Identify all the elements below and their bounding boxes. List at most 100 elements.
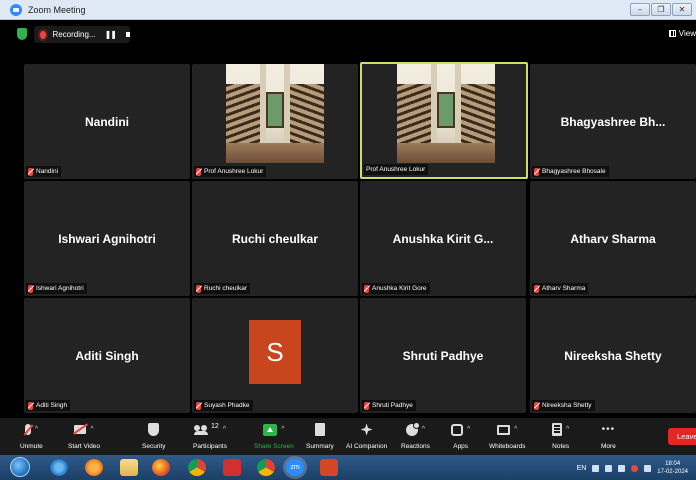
muted-mic-icon <box>364 284 369 293</box>
participant-tile[interactable]: Nandini Nandini <box>24 64 190 179</box>
participant-tile[interactable]: Atharv Sharma Atharv Sharma <box>530 181 696 296</box>
reactions-button[interactable]: ^ Reactions <box>401 421 430 450</box>
chevron-up-icon[interactable]: ^ <box>514 426 517 433</box>
chevron-up-icon[interactable]: ^ <box>223 426 226 433</box>
whiteboards-button[interactable]: ^ Whiteboards <box>489 421 526 450</box>
share-screen-button[interactable]: ^ Share Screen <box>254 421 294 450</box>
participant-tile[interactable]: Ruchi cheulkar Ruchi cheulkar <box>192 181 358 296</box>
participant-display-name: Anushka Kirit G... <box>392 231 494 246</box>
participant-name: Aditi Singh <box>36 402 68 409</box>
whiteboards-label: Whiteboards <box>489 443 526 450</box>
pause-recording-icon[interactable]: ❚❚ <box>105 30 117 39</box>
participant-tile[interactable]: Ishwari Agnihotri Ishwari Agnihotri <box>24 181 190 296</box>
powerpoint-icon[interactable] <box>320 459 338 476</box>
participant-name: Prof Anushree Lokur <box>366 166 426 173</box>
antivirus-icon[interactable] <box>631 464 639 472</box>
maximize-button[interactable]: ❐ <box>651 3 671 16</box>
zoom-taskbar-icon[interactable]: zm <box>286 459 304 476</box>
participant-name-tag: Anushka Kirit Gore <box>362 283 430 294</box>
chevron-up-icon[interactable]: ^ <box>422 426 425 433</box>
recording-indicator: Recording... ❚❚ <box>34 26 130 43</box>
participant-tile[interactable]: Nireeksha Shetty Nireeksha Shetty <box>530 298 696 413</box>
participant-tile[interactable]: Anushka Kirit G... Anushka Kirit Gore <box>360 181 526 296</box>
pdf-reader-icon[interactable] <box>223 459 241 476</box>
minimize-button[interactable]: – <box>630 3 650 16</box>
active-speaker-tile[interactable]: Prof Anushree Lokur <box>360 62 528 179</box>
internet-explorer-icon[interactable] <box>50 459 68 476</box>
security-button[interactable]: Security <box>142 421 165 450</box>
system-tray: EN 18:04 17-02-2024 <box>577 460 688 476</box>
participant-tile[interactable]: Aditi Singh Aditi Singh <box>24 298 190 413</box>
volume-icon[interactable] <box>644 464 652 472</box>
record-dot-icon <box>40 30 47 39</box>
participant-display-name: Nandini <box>85 114 129 129</box>
flag-icon[interactable] <box>618 464 626 472</box>
security-shield-icon <box>148 423 160 436</box>
leave-button[interactable]: Leave <box>668 428 696 445</box>
meeting-status-bar: Recording... ❚❚ View <box>0 20 696 50</box>
view-button[interactable]: View <box>668 29 696 38</box>
muted-mic-icon <box>196 401 201 410</box>
windows-taskbar: zm EN 18:04 17-02-2024 <box>0 455 696 480</box>
clock[interactable]: 18:04 17-02-2024 <box>657 460 688 476</box>
participant-name-tag: Atharv Sharma <box>532 283 589 294</box>
chevron-up-icon[interactable]: ^ <box>35 426 38 433</box>
participant-display-name: Ishwari Agnihotri <box>58 231 156 246</box>
chevron-up-icon[interactable]: ^ <box>90 426 93 433</box>
unmute-button[interactable]: ^ Unmute <box>20 421 43 450</box>
participant-name: Atharv Sharma <box>542 285 586 292</box>
window-controls: – ❐ ✕ <box>630 3 692 16</box>
file-explorer-icon[interactable] <box>120 459 138 476</box>
close-button[interactable]: ✕ <box>672 3 692 16</box>
muted-mic-icon <box>28 167 33 176</box>
participant-tile[interactable]: Bhagyashree Bh... Bhagyashree Bhosale <box>530 64 696 179</box>
meeting-toolbar: ^ Unmute ^ Start Video Security 12 ^ Part… <box>0 418 696 455</box>
muted-mic-icon <box>534 167 539 176</box>
participant-name: Anushka Kirit Gore <box>372 285 427 292</box>
chrome-icon[interactable] <box>188 459 206 476</box>
summary-button[interactable]: Summary <box>306 421 334 450</box>
ai-sparkle-icon <box>360 423 373 436</box>
firefox-icon[interactable] <box>152 459 170 476</box>
muted-mic-icon <box>196 167 201 176</box>
encryption-shield-icon[interactable] <box>17 28 27 40</box>
chrome-profile-icon[interactable] <box>257 459 275 476</box>
muted-mic-icon <box>534 401 539 410</box>
participants-label: Participants <box>193 443 227 450</box>
participant-tile[interactable]: S Suyash Phadke <box>192 298 358 413</box>
muted-mic-icon <box>28 284 33 293</box>
chevron-up-icon[interactable]: ^ <box>281 426 284 433</box>
media-player-icon[interactable] <box>85 459 103 476</box>
ai-companion-button[interactable]: AI Companion <box>346 421 387 450</box>
chevron-up-icon[interactable]: ^ <box>566 426 569 433</box>
participant-name-tag: Nireeksha Shetty <box>532 400 595 411</box>
participant-name-tag: Shruti Padhye <box>362 400 416 411</box>
unmute-label: Unmute <box>20 443 43 450</box>
participants-icon <box>193 424 209 435</box>
participant-display-name: Nireeksha Shetty <box>564 348 662 363</box>
participant-name: Nandini <box>36 168 59 175</box>
participant-tile[interactable]: Shruti Padhye Shruti Padhye <box>360 298 526 413</box>
more-button[interactable]: ••• More <box>601 421 616 450</box>
stop-recording-icon[interactable] <box>125 32 130 37</box>
participant-name: Bhagyashree Bhosale <box>542 168 606 175</box>
apps-icon <box>451 423 463 436</box>
participant-display-name: Aditi Singh <box>75 348 139 363</box>
language-indicator[interactable]: EN <box>577 465 587 472</box>
start-button-icon[interactable] <box>10 457 30 477</box>
participant-display-name: Ruchi cheulkar <box>231 231 319 246</box>
apps-button[interactable]: ^ Apps <box>451 421 470 450</box>
grid-view-icon <box>668 30 676 37</box>
start-video-button[interactable]: ^ Start Video <box>68 421 100 450</box>
network-icon[interactable] <box>605 464 613 472</box>
participant-name-tag: Prof Anushree Lokur <box>364 164 429 175</box>
chevron-up-icon[interactable]: ^ <box>467 426 470 433</box>
window-title: Zoom Meeting <box>28 4 86 15</box>
notes-button[interactable]: ^ Notes <box>552 421 569 450</box>
share-screen-icon <box>263 423 278 436</box>
muted-mic-icon <box>534 284 539 293</box>
participant-tile-video[interactable]: Prof Anushree Lokur <box>192 64 358 179</box>
show-hidden-icons-icon[interactable] <box>592 464 600 472</box>
summary-label: Summary <box>306 443 334 450</box>
participants-button[interactable]: 12 ^ Participants <box>193 421 227 450</box>
